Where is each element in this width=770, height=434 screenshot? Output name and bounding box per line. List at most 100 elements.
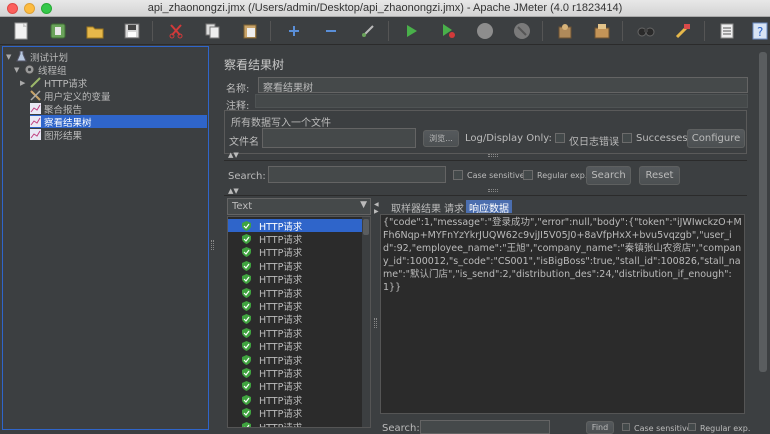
collapse-all-icon[interactable] — [319, 20, 343, 42]
search-button[interactable]: Search — [586, 166, 631, 185]
open-folder-icon[interactable] — [83, 20, 107, 42]
templates-icon[interactable] — [46, 20, 70, 42]
search-input[interactable] — [268, 166, 446, 183]
scroll-thumb[interactable] — [363, 219, 369, 235]
result-row[interactable]: HTTP请求 — [228, 393, 362, 407]
write-to-file-fieldset: 所有数据写入一个文件 文件名 浏览... Log/Display Only: 仅… — [224, 110, 747, 154]
result-row[interactable]: HTTP请求 — [228, 326, 362, 340]
response-data-text[interactable]: {"code":1,"message":"登录成功","error":null,… — [380, 214, 745, 414]
fileset-legend: 所有数据写入一个文件 — [231, 118, 331, 129]
tree-item-aggregate-report[interactable]: 聚合报告 — [30, 102, 82, 116]
expand-all-icon[interactable] — [282, 20, 306, 42]
reset-search-icon[interactable] — [671, 20, 695, 42]
results-scrollbar[interactable] — [362, 217, 370, 427]
tab-sampler-result[interactable]: 取样器结果 — [388, 200, 444, 215]
success-shield-icon — [242, 381, 251, 392]
result-row[interactable]: HTTP请求 — [228, 232, 362, 246]
case-sensitive-label: Case sensitive — [467, 171, 525, 180]
tree-item-thread-group[interactable]: ▼ 线程组 — [14, 63, 67, 77]
errors-only-label: 仅日志错误 — [569, 137, 619, 148]
name-field[interactable]: 察看结果树 — [258, 77, 748, 94]
result-row[interactable]: HTTP请求 — [228, 259, 362, 273]
regex-checkbox[interactable] — [523, 170, 533, 180]
tree-item-view-results-tree[interactable]: 察看结果树 — [30, 115, 207, 129]
success-shield-icon — [242, 300, 251, 311]
stop-icon[interactable] — [473, 20, 497, 42]
result-row[interactable]: HTTP请求 — [228, 313, 362, 326]
clear-icon[interactable] — [553, 20, 577, 42]
panel-title: 察看结果树 — [224, 58, 285, 72]
splitter-grip[interactable] — [488, 154, 498, 157]
comment-field[interactable] — [255, 94, 748, 108]
result-row[interactable]: HTTP请求 — [228, 420, 362, 427]
report-chart-icon — [30, 116, 41, 127]
result-row[interactable]: HTTP请求 — [228, 366, 362, 380]
result-row[interactable]: HTTP请求 — [228, 273, 362, 286]
case-sensitive-checkbox[interactable] — [453, 170, 463, 180]
result-row[interactable]: HTTP请求 — [228, 299, 362, 313]
main-splitter[interactable] — [210, 46, 220, 430]
tree-item-label: 用户定义的变量 — [44, 91, 111, 103]
find-button[interactable]: Find — [586, 421, 614, 434]
start-no-pauses-icon[interactable] — [436, 20, 460, 42]
result-label: HTTP请求 — [259, 328, 303, 340]
search-binoculars-icon[interactable] — [634, 20, 658, 42]
tree-item-test-plan[interactable]: ▼ 测试计划 — [6, 50, 68, 64]
cut-icon[interactable] — [164, 20, 188, 42]
result-row[interactable]: HTTP请求 — [228, 219, 362, 233]
success-shield-icon — [242, 287, 251, 298]
result-row[interactable]: HTTP请求 — [228, 407, 362, 420]
tree-item-graph-results[interactable]: 图形结果 — [30, 128, 83, 142]
collapse-arrows-icon[interactable]: ▲▼ — [228, 187, 239, 195]
success-shield-icon — [242, 247, 251, 258]
result-row[interactable]: HTTP请求 — [228, 286, 362, 300]
tab-response-data[interactable]: 响应数据 — [466, 200, 512, 215]
result-label: HTTP请求 — [259, 261, 303, 273]
collapse-arrows-icon[interactable]: ◀ ▶ — [374, 201, 379, 215]
new-file-icon[interactable] — [9, 20, 33, 42]
success-shield-icon — [242, 354, 251, 365]
result-row[interactable]: HTTP请求 — [228, 353, 362, 367]
renderer-select[interactable]: Text ▼ — [227, 198, 371, 215]
start-icon[interactable] — [399, 20, 423, 42]
splitter-grip[interactable] — [374, 318, 377, 328]
save-icon[interactable] — [120, 20, 144, 42]
tab-request[interactable]: 请求 — [441, 200, 467, 215]
clear-all-icon[interactable] — [590, 20, 614, 42]
browse-button[interactable]: 浏览... — [423, 130, 459, 147]
expanded-arrow-icon[interactable]: ▼ — [14, 66, 22, 74]
result-row[interactable]: HTTP请求 — [228, 340, 362, 353]
gear-icon — [24, 64, 35, 75]
response-case-sensitive-checkbox[interactable] — [622, 423, 630, 431]
tree-item-label: 图形结果 — [44, 130, 83, 142]
response-search-input[interactable] — [420, 420, 550, 434]
collapsed-arrow-icon[interactable]: ▶ — [20, 79, 28, 87]
result-row[interactable]: HTTP请求 — [228, 380, 362, 393]
report-chart-icon — [30, 103, 41, 114]
toggle-icon[interactable] — [356, 20, 380, 42]
splitter-grip[interactable] — [211, 240, 214, 250]
help-icon[interactable]: ? — [748, 20, 770, 42]
errors-only-checkbox[interactable] — [555, 133, 565, 143]
success-shield-icon — [242, 421, 251, 427]
filename-input[interactable] — [262, 128, 416, 148]
tree-item-user-variables[interactable]: 用户定义的变量 — [30, 89, 111, 103]
function-helper-icon[interactable] — [715, 20, 739, 42]
configure-button[interactable]: Configure — [687, 129, 745, 148]
paste-icon[interactable] — [238, 20, 262, 42]
name-label: 名称: — [226, 84, 250, 95]
splitter-grip[interactable] — [488, 189, 498, 192]
filename-label: 文件名 — [229, 137, 259, 148]
result-row[interactable]: HTTP请求 — [228, 246, 362, 259]
shutdown-icon[interactable] — [510, 20, 534, 42]
response-case-sensitive-label: Case sensitive — [634, 424, 692, 433]
response-regex-checkbox[interactable] — [688, 423, 696, 431]
collapse-arrows-icon[interactable]: ▲▼ — [228, 151, 239, 159]
tree-item-http-request[interactable]: ▶ HTTP请求 — [20, 76, 87, 90]
panel-scroll-thumb[interactable] — [759, 52, 767, 372]
report-chart-icon — [30, 129, 41, 140]
expanded-arrow-icon[interactable]: ▼ — [6, 53, 14, 61]
reset-button[interactable]: Reset — [639, 166, 680, 185]
copy-icon[interactable] — [201, 20, 225, 42]
successes-checkbox[interactable] — [622, 133, 632, 143]
